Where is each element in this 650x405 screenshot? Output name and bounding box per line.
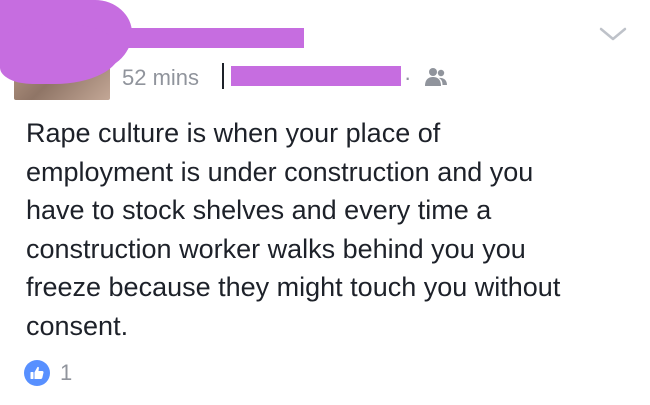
chevron-down-icon[interactable] bbox=[598, 24, 628, 44]
like-count: 1 bbox=[60, 360, 73, 385]
friends-icon[interactable] bbox=[424, 66, 448, 88]
post-body-text: Rape culture is when your place of emplo… bbox=[26, 118, 561, 341]
redacted-meta-info bbox=[231, 66, 401, 86]
meta-divider bbox=[222, 63, 224, 89]
facebook-post: 52 mins · Rape culture is when your plac… bbox=[0, 0, 650, 405]
redacted-author-name bbox=[112, 28, 304, 48]
post-timestamp[interactable]: 52 mins bbox=[122, 65, 199, 91]
meta-separator: · bbox=[404, 65, 412, 90]
like-icon bbox=[24, 360, 50, 386]
reactions-summary[interactable]: 1 bbox=[24, 359, 72, 387]
